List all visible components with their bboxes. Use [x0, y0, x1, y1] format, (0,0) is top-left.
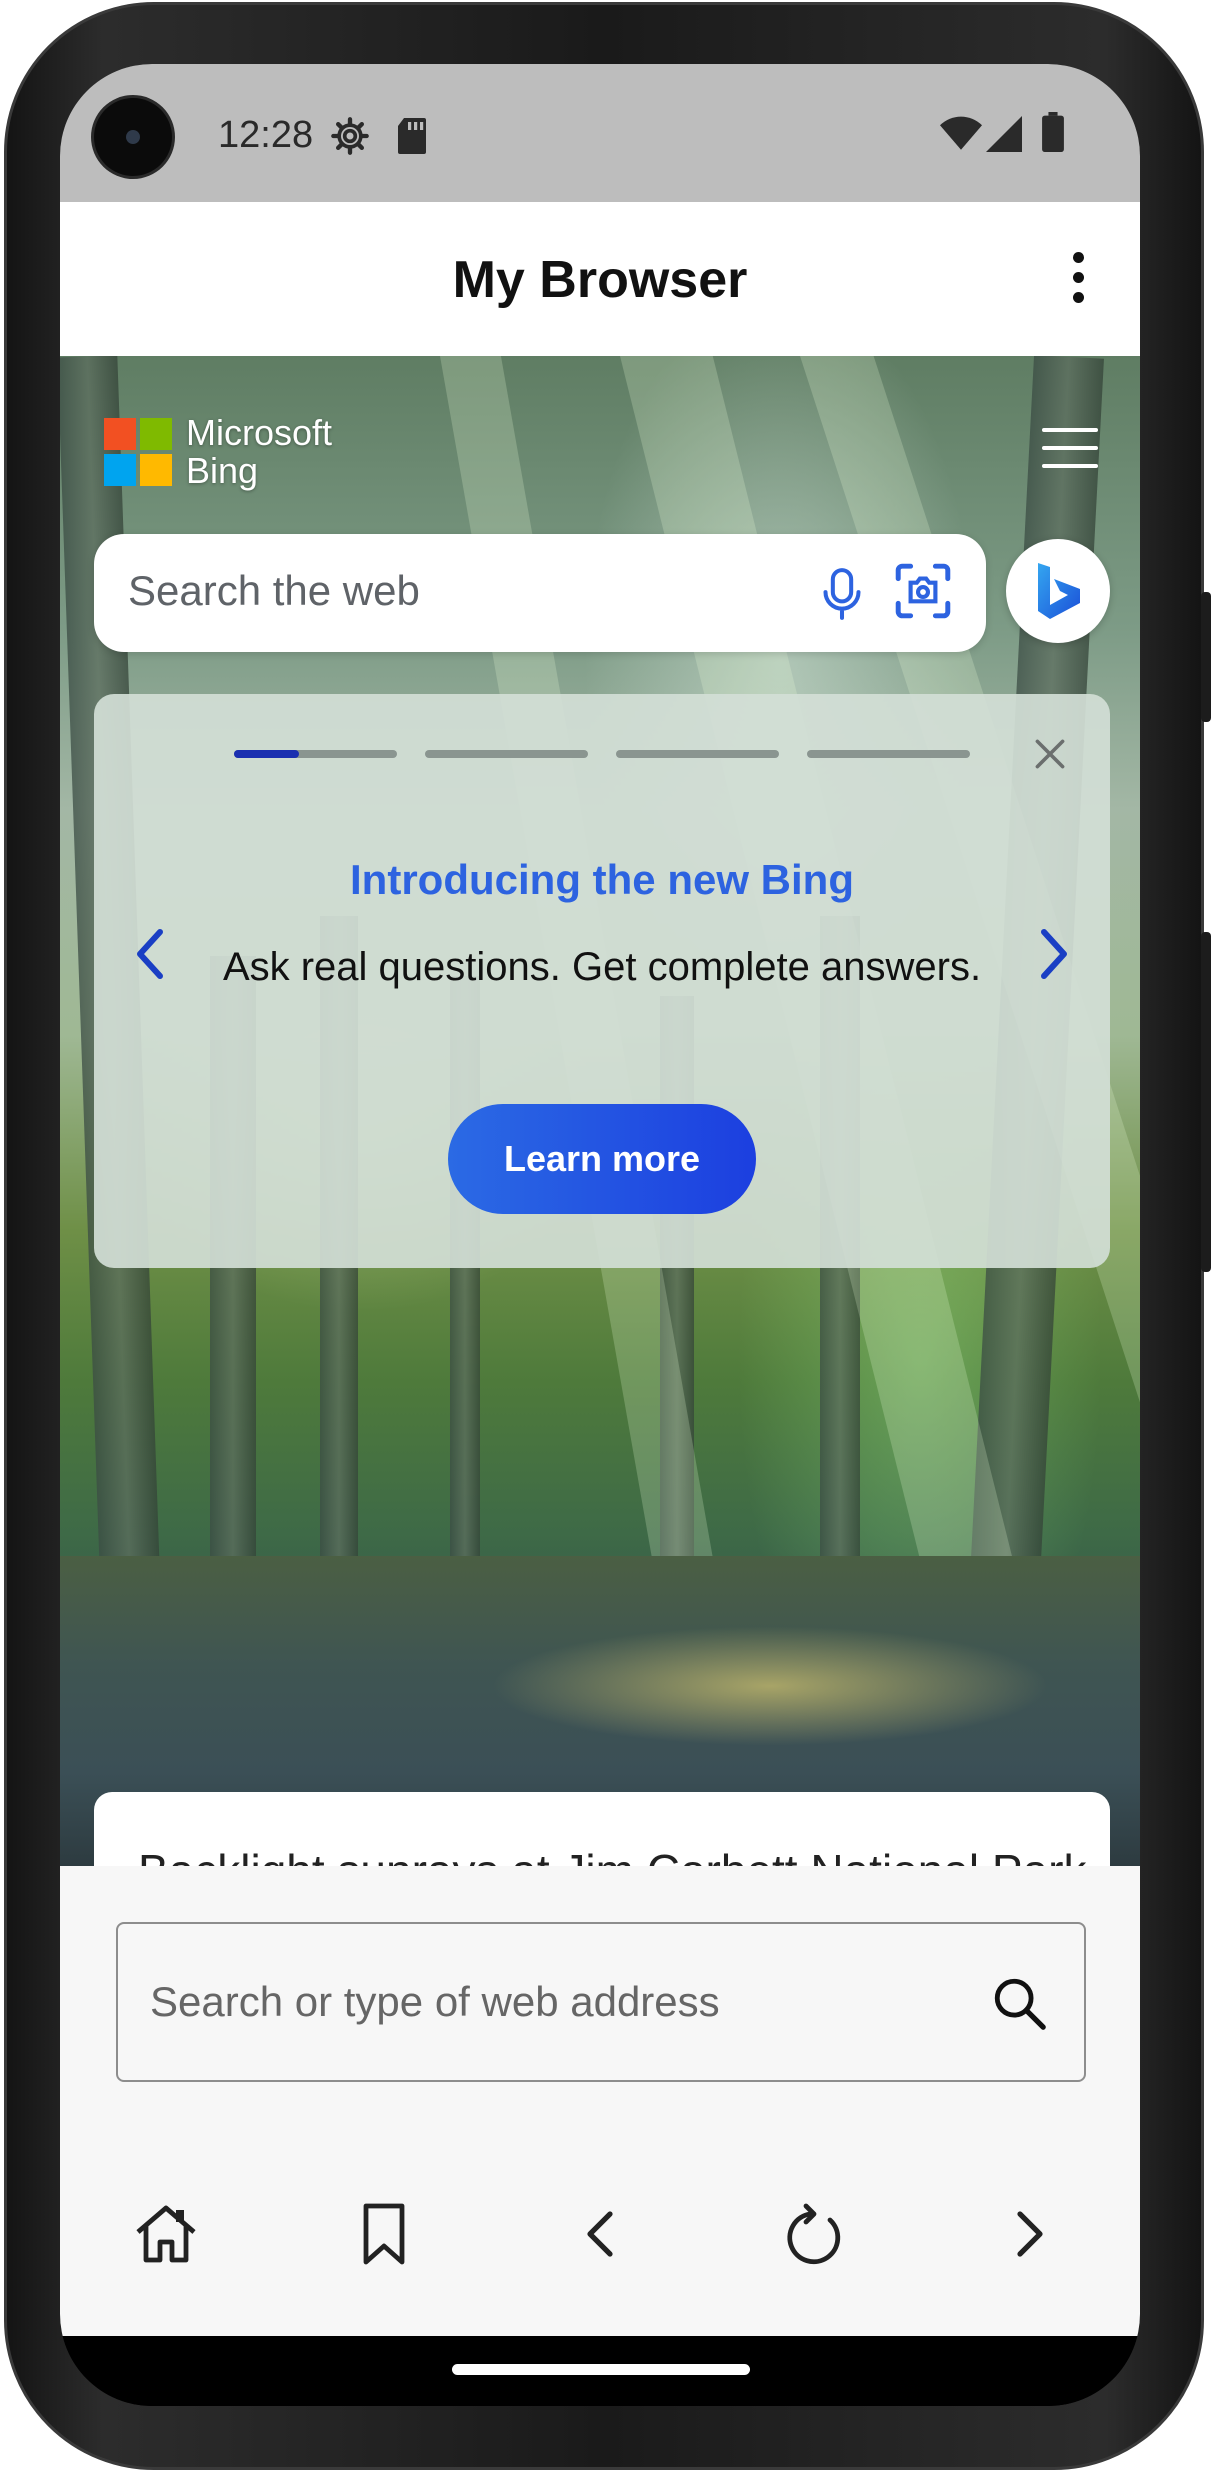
- home-indicator[interactable]: [452, 2364, 750, 2375]
- bing-search-input[interactable]: Search the web: [128, 567, 420, 615]
- home-button[interactable]: [126, 2196, 206, 2276]
- close-icon[interactable]: [1032, 736, 1068, 772]
- promo-progress-3: [616, 750, 779, 758]
- microsoft-logo-icon: [104, 418, 172, 486]
- hamburger-icon[interactable]: [1042, 428, 1098, 468]
- status-time: 12:28: [218, 114, 314, 156]
- mic-icon[interactable]: [820, 566, 864, 627]
- bookmark-icon: [360, 2202, 408, 2271]
- sd-card-icon: [396, 116, 428, 161]
- promo-progress-fill: [234, 750, 300, 758]
- more-vert-icon[interactable]: [1068, 252, 1088, 304]
- wifi-icon: [940, 116, 982, 157]
- visual-search-icon[interactable]: [892, 560, 954, 627]
- promo-progress-2: [425, 750, 588, 758]
- forward-button[interactable]: [990, 2196, 1070, 2276]
- bing-search-box[interactable]: Search the web: [94, 534, 986, 652]
- image-caption-card[interactable]: Backlight sunrays at Jim Corbett Nationa…: [94, 1792, 1110, 1866]
- bookmark-button[interactable]: [344, 2196, 424, 2276]
- signal-icon: [986, 116, 1022, 157]
- app-title: My Browser: [452, 251, 748, 309]
- back-button[interactable]: [560, 2196, 640, 2276]
- front-camera: [94, 98, 172, 176]
- search-icon[interactable]: [990, 1974, 1048, 2037]
- promo-progress-1: [234, 750, 397, 758]
- promo-body: Ask real questions. Get complete answers…: [222, 945, 982, 989]
- home-icon: [132, 2202, 200, 2271]
- forward-icon: [1012, 2208, 1048, 2265]
- status-bar: 12:28: [60, 64, 1140, 202]
- address-input[interactable]: Search or type of web address: [150, 1978, 720, 2026]
- address-bar[interactable]: Search or type of web address: [116, 1922, 1086, 2082]
- promo-card: Introducing the new Bing Ask real questi…: [94, 694, 1110, 1268]
- learn-more-button[interactable]: Learn more: [448, 1104, 756, 1214]
- back-icon: [582, 2208, 618, 2265]
- refresh-icon: [786, 2202, 846, 2271]
- screen: 12:28 My Browser Microsoft Bing Search t…: [60, 64, 1140, 2406]
- phone-frame: 12:28 My Browser Microsoft Bing Search t…: [0, 0, 1211, 2474]
- power-button: [1201, 592, 1211, 722]
- background-image: [490, 1626, 1050, 1746]
- refresh-button[interactable]: [776, 2196, 856, 2276]
- promo-title: Introducing the new Bing: [350, 856, 854, 903]
- battery-icon: [1042, 112, 1064, 157]
- copilot-button[interactable]: [1006, 539, 1110, 643]
- chevron-right-icon[interactable]: [1034, 924, 1074, 989]
- image-caption[interactable]: Backlight sunrays at Jim Corbett Nationa…: [138, 1844, 1087, 1866]
- bing-logo-text: Microsoft Bing: [186, 412, 333, 491]
- gear-icon: [330, 116, 370, 161]
- web-content[interactable]: Microsoft Bing Search the web Introducin…: [60, 356, 1140, 1866]
- promo-progress-4: [807, 750, 970, 758]
- volume-button: [1201, 932, 1211, 1272]
- app-bar: My Browser: [60, 202, 1140, 356]
- copilot-icon: [1030, 559, 1086, 628]
- browser-bottom-bar: Search or type of web address: [60, 1866, 1140, 2336]
- chevron-left-icon[interactable]: [130, 924, 170, 989]
